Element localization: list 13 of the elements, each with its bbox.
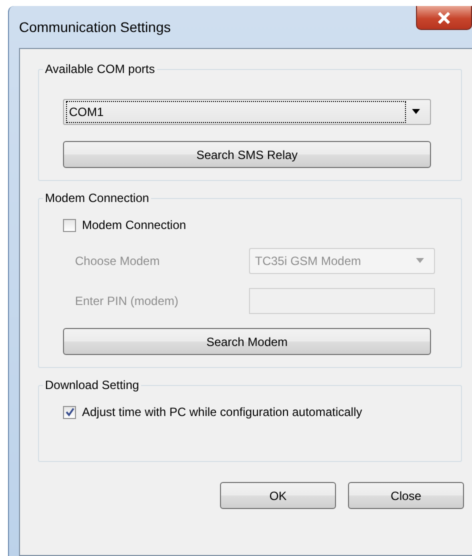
dropdown[interactable]: COM1	[63, 99, 431, 125]
group-title: Modem Connection	[44, 192, 150, 204]
checkbox-label: Adjust time with PC while configuration automatically	[82, 404, 362, 421]
checkbox-label: Modem Connection	[82, 217, 186, 234]
field-label: Choose Modem	[75, 253, 161, 270]
dialog-button[interactable]: OK	[220, 482, 336, 509]
group-title: Available COM ports	[44, 63, 156, 75]
group-title: Download Setting	[44, 379, 140, 391]
field-label: Enter PIN (modem)	[75, 293, 180, 310]
search-button[interactable]: Search Modem	[63, 328, 431, 355]
dialog-button[interactable]: Close	[348, 482, 464, 509]
window-title: Communication Settings	[19, 18, 171, 37]
search-button[interactable]: Search SMS Relay	[63, 141, 431, 168]
